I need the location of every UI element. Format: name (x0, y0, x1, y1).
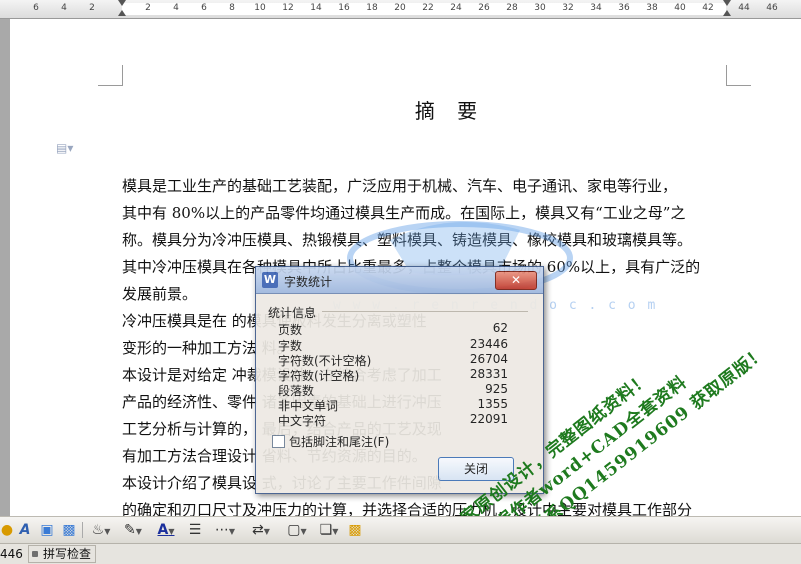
stat-value: 62 (492, 321, 508, 335)
ruler-label: 8 (229, 3, 235, 13)
stat-label: 字符数(不计空格) (278, 354, 372, 368)
right-indent-marker[interactable] (723, 0, 731, 16)
ruler-label: 22 (422, 3, 434, 13)
stat-row-chars-with-spaces: 字符数(计空格) 28331 (278, 367, 508, 383)
ruler-label: 20 (394, 3, 406, 13)
ruler-label: 42 (702, 3, 714, 13)
ruler-label: 18 (366, 3, 378, 13)
stat-label: 字符数(计空格) (278, 369, 360, 383)
document-paste-icon[interactable]: ▤▾ (56, 141, 73, 155)
stat-value: 925 (485, 382, 508, 396)
line-color-icon[interactable]: ✎▼ (120, 521, 146, 539)
ruler-label: 2 (145, 3, 151, 13)
fill-color-icon[interactable]: ♨▼ (88, 521, 114, 539)
document-title: 摘 要 (414, 99, 486, 123)
stat-row-paragraphs: 段落数 925 (278, 382, 508, 398)
screenshot-icon[interactable]: ▩ (60, 521, 78, 539)
ruler-label: 24 (450, 3, 462, 13)
stat-value: 23446 (469, 337, 508, 351)
ruler-label: 16 (338, 3, 350, 13)
arrow-style-icon[interactable]: ⇄▼ (248, 521, 274, 539)
include-footnotes-checkbox[interactable] (272, 435, 285, 448)
stat-value: 26704 (469, 352, 508, 366)
toolbar-separator (82, 522, 83, 538)
ruler-label: 26 (478, 3, 490, 13)
text-art-icon[interactable]: A (16, 521, 34, 539)
word-count-dialog[interactable]: W 字数统计 ✕ 统计信息 页数 62 字数 23446 字符数(不计空格) 2… (255, 266, 544, 494)
ruler-label: 38 (646, 3, 658, 13)
word-count-status[interactable]: 446 (0, 547, 23, 561)
3d-icon[interactable]: ❏▼ (316, 521, 342, 539)
shadow-icon[interactable]: ▢▼ (284, 521, 310, 539)
ruler-label: 4 (173, 3, 179, 13)
ruler-label: 46 (766, 3, 778, 13)
include-footnotes-label[interactable]: 包括脚注和尾注(F) (289, 433, 389, 450)
stat-value: 1355 (477, 397, 508, 411)
left-indent-marker[interactable] (118, 0, 126, 16)
ruler-label: 32 (562, 3, 574, 13)
ruler-label: 12 (282, 3, 294, 13)
close-icon[interactable]: ✕ (495, 271, 537, 290)
horizontal-ruler[interactable]: 6 4 2 2 4 6 8 10 12 14 16 18 20 22 24 26… (0, 0, 801, 19)
stat-row-chinese-chars: 中文字符 22091 (278, 412, 508, 428)
stat-row-chars-no-spaces: 字符数(不计空格) 26704 (278, 352, 508, 368)
ruler-label: 4 (61, 3, 67, 13)
dash-style-icon[interactable]: ⋯▼ (212, 521, 238, 539)
drawing-toolbar: ● A ▣ ▩ ♨▼ ✎▼ A▼ ☰ ⋯▼ ⇄▼ ▢▼ ❏▼ ▩ (0, 516, 801, 544)
ruler-label: 10 (254, 3, 266, 13)
stat-label: 段落数 (278, 384, 315, 398)
stat-label: 非中文单词 (278, 399, 339, 413)
font-color-icon[interactable]: A▼ (152, 521, 180, 539)
stat-value: 22091 (469, 412, 508, 426)
stat-row-non-chinese-words: 非中文单词 1355 (278, 397, 508, 413)
ruler-label: 6 (201, 3, 207, 13)
status-bar: 446 拼写检查 (0, 543, 801, 564)
stat-row-words: 字数 23446 (278, 337, 508, 353)
ruler-label: 6 (33, 3, 39, 13)
stat-label: 中文字符 (278, 414, 327, 428)
body-line: 模具是工业生产的基础工艺装配，广泛应用于机械、汽车、电子通讯、家电等行业， (122, 177, 678, 195)
statistics-group-label: 统计信息 (268, 306, 317, 320)
wps-writer-icon: W (262, 272, 278, 288)
dialog-title: 字数统计 (284, 275, 333, 289)
ruler-label: 2 (89, 3, 95, 13)
ruler-label: 30 (534, 3, 546, 13)
stat-value: 28331 (469, 367, 508, 381)
picture-icon[interactable]: ▣ (38, 521, 56, 539)
ruler-label: 40 (674, 3, 686, 13)
crop-mark-top-right (726, 65, 751, 86)
dialog-title-bar[interactable]: W 字数统计 ✕ (256, 267, 543, 294)
ruler-label: 36 (618, 3, 630, 13)
stat-row-pages: 页数 62 (278, 321, 508, 337)
stat-label: 页数 (278, 323, 303, 337)
group-divider (322, 311, 528, 312)
ruler-label: 14 (310, 3, 322, 13)
stat-label: 字数 (278, 339, 303, 353)
crop-mark-top-left (98, 65, 123, 86)
ruler-label: 34 (590, 3, 602, 13)
arrange-icon[interactable]: ▩ (346, 521, 364, 539)
line-style-icon[interactable]: ☰ (186, 521, 204, 539)
spellcheck-button[interactable]: 拼写检查 (28, 545, 97, 563)
ruler-label: 44 (738, 3, 750, 13)
shapes-icon[interactable]: ● (0, 521, 14, 539)
ruler-label: 28 (506, 3, 518, 13)
